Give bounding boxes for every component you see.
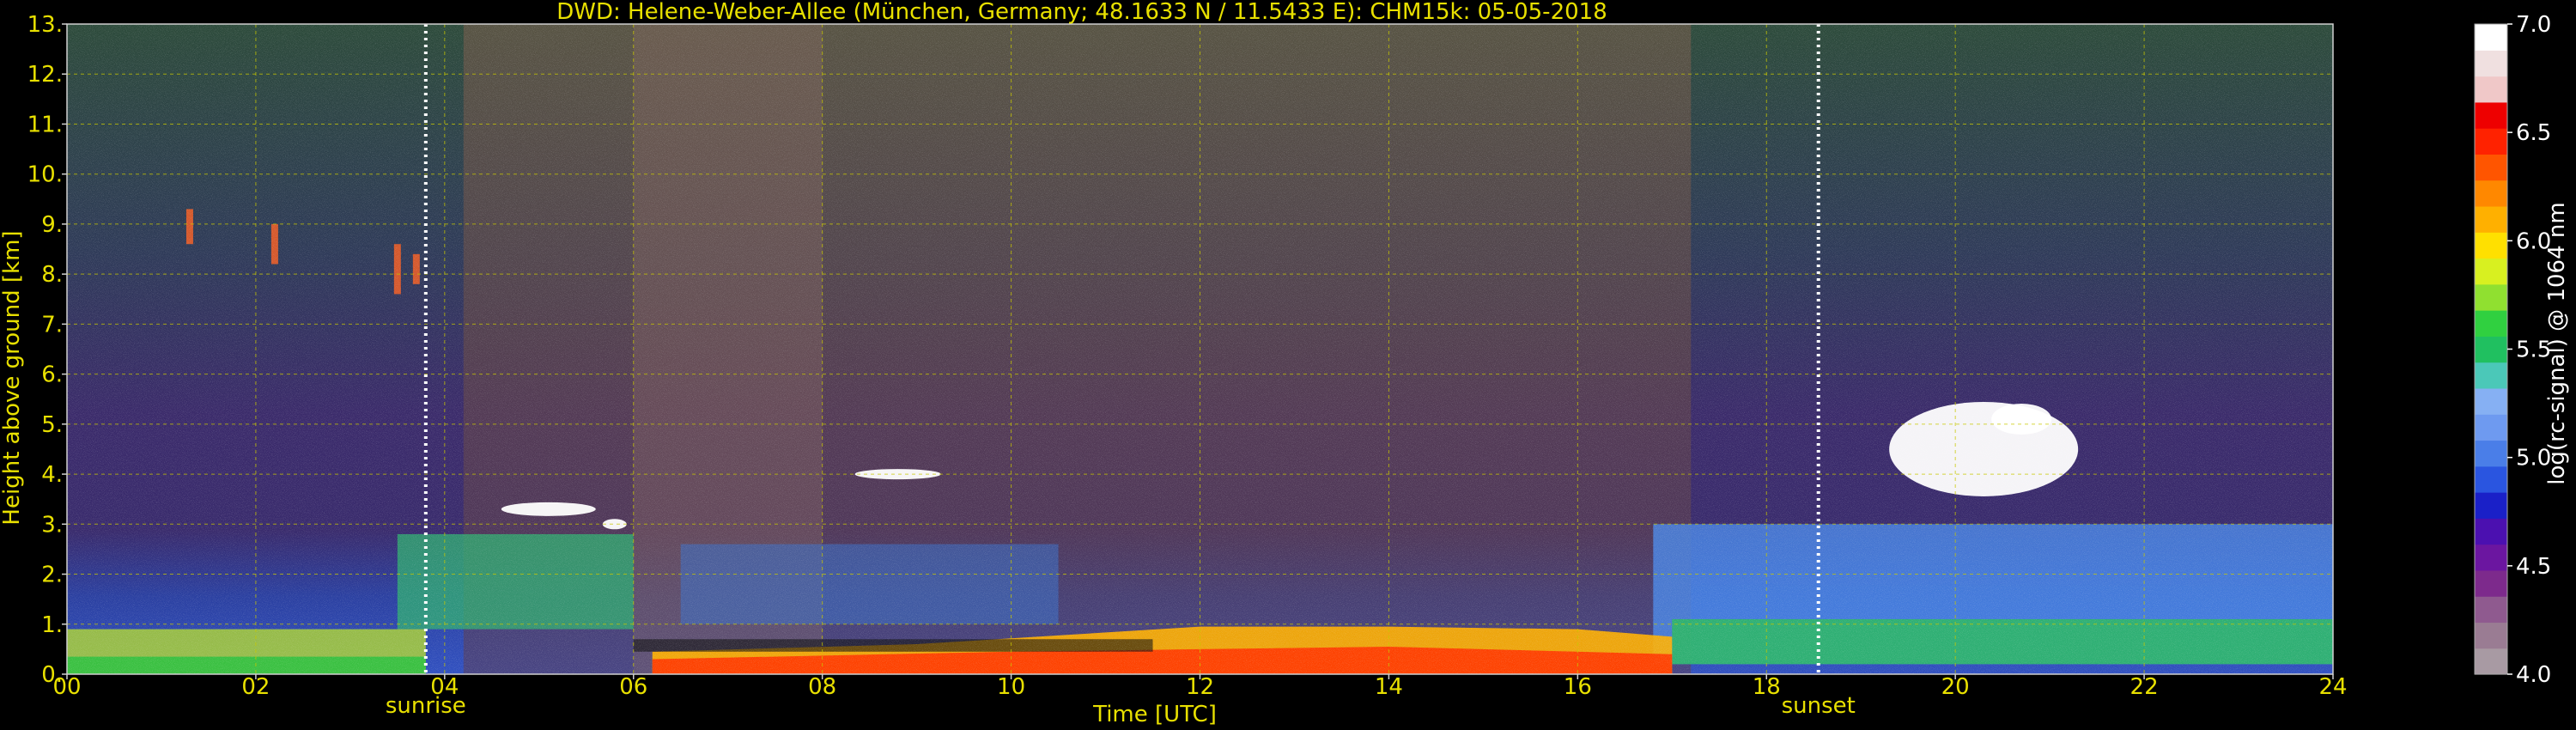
colorbar-swatch bbox=[2475, 414, 2507, 441]
x-tick-label: 22 bbox=[2130, 674, 2159, 700]
colorbar-swatch bbox=[2475, 232, 2507, 259]
x-tick-label: 18 bbox=[1753, 674, 1781, 700]
colorbar-swatch bbox=[2475, 492, 2507, 519]
x-tick-label: 12 bbox=[1186, 674, 1214, 700]
colorbar-swatch bbox=[2475, 648, 2507, 675]
x-axis-label: Time [UTC] bbox=[1092, 702, 1217, 727]
x-tick-label: 02 bbox=[241, 674, 270, 700]
colorbar-label: log(rc-signal) @ 1064 nm bbox=[2544, 202, 2570, 484]
colorbar-swatch bbox=[2475, 24, 2507, 51]
colorbar-swatch bbox=[2475, 154, 2507, 181]
y-tick-label: 4. bbox=[41, 462, 63, 488]
x-tick-label: 08 bbox=[808, 674, 836, 700]
colorbar-swatch bbox=[2475, 128, 2507, 155]
colorbar-swatch bbox=[2475, 440, 2507, 467]
sun-marker-label: sunrise bbox=[386, 693, 466, 719]
colorbar-swatch bbox=[2475, 336, 2507, 363]
y-tick-label: 1. bbox=[41, 612, 63, 638]
colorbar-swatch bbox=[2475, 50, 2507, 77]
colorbar-swatch bbox=[2475, 310, 2507, 337]
y-tick-label: 9. bbox=[41, 212, 63, 238]
colorbar-swatch bbox=[2475, 362, 2507, 389]
colorbar-swatch bbox=[2475, 387, 2507, 415]
colorbar-swatch bbox=[2475, 205, 2507, 233]
colorbar-swatch bbox=[2475, 544, 2507, 571]
y-tick-label: 6. bbox=[41, 362, 63, 388]
y-tick-label: 13. bbox=[27, 12, 63, 38]
y-tick-label: 11. bbox=[27, 112, 63, 137]
colorbar-swatch bbox=[2475, 596, 2507, 624]
x-tick-label: 16 bbox=[1564, 674, 1592, 700]
y-axis-label: Height above ground [km] bbox=[0, 230, 25, 525]
y-tick-label: 2. bbox=[41, 563, 63, 588]
colorbar-swatch bbox=[2475, 569, 2507, 597]
x-tick-label: 10 bbox=[997, 674, 1025, 700]
colorbar-swatch bbox=[2475, 179, 2507, 207]
colorbar-swatch bbox=[2475, 518, 2507, 545]
x-tick-label: 20 bbox=[1941, 674, 1970, 700]
y-axis-ticks: 0. 1. 2. 3. 4. 5. 6. 7. 8. 9. 10. 11. 12. 13. bbox=[27, 12, 67, 688]
x-tick-label: 24 bbox=[2318, 674, 2347, 700]
y-tick-label: 3. bbox=[41, 512, 63, 538]
y-tick-label: 0. bbox=[41, 662, 63, 688]
colorbar-swatch bbox=[2475, 283, 2507, 311]
colorbar-swatch bbox=[2475, 465, 2507, 493]
colorbar-tick-label: 4.5 bbox=[2516, 554, 2551, 580]
colorbar-tick-label: 4.0 bbox=[2516, 662, 2551, 688]
y-tick-label: 10. bbox=[27, 162, 63, 188]
sun-marker-label: sunset bbox=[1782, 693, 1856, 719]
ceilometer-figure: 00 02 04 06 08 10 12 14 16 18 20 22 24 0. 1. 2. 3. 4. 5. 6… bbox=[0, 0, 2576, 730]
colorbar-tick-label: 7.0 bbox=[2516, 12, 2551, 38]
y-tick-label: 12. bbox=[27, 62, 63, 88]
colorbar: 4.04.55.05.56.06.57.0 log(rc-signal) @ 1… bbox=[2474, 12, 2570, 688]
colorbar-tick-label: 6.5 bbox=[2516, 120, 2551, 146]
colorbar-swatch bbox=[2475, 258, 2507, 285]
chart-title: DWD: Helene-Weber-Allee (München, German… bbox=[556, 0, 1607, 25]
plot-area bbox=[66, 23, 2334, 675]
chart-canvas: 00 02 04 06 08 10 12 14 16 18 20 22 24 0.1.2.3.4.5.6… bbox=[0, 0, 2570, 727]
x-tick-label: 06 bbox=[619, 674, 647, 700]
colorbar-swatch bbox=[2475, 76, 2507, 103]
colorbar-swatch bbox=[2475, 622, 2507, 649]
y-tick-label: 5. bbox=[41, 412, 63, 438]
colorbar-scale bbox=[2475, 24, 2507, 675]
y-tick-label: 7. bbox=[41, 312, 63, 338]
y-tick-label: 8. bbox=[41, 262, 63, 288]
x-tick-label: 14 bbox=[1375, 674, 1403, 700]
colorbar-swatch bbox=[2475, 101, 2507, 129]
